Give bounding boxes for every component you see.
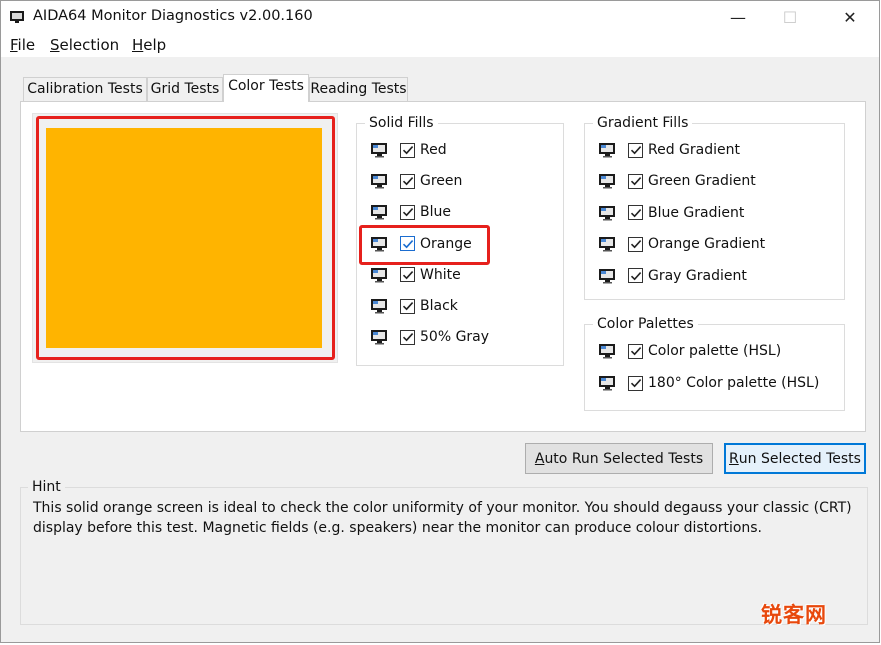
check-row-gray-gradient[interactable]: Gray Gradient	[598, 266, 747, 286]
checkbox-label: Green	[420, 173, 463, 190]
checkbox-label: Orange	[420, 235, 472, 252]
checkbox-label: Red Gradient	[648, 142, 740, 158]
check-row-red[interactable]: Red	[370, 140, 447, 160]
checkbox-black[interactable]	[400, 298, 415, 314]
minimize-button[interactable]: —	[715, 1, 761, 33]
menu-bar: File Selection Help	[1, 33, 879, 57]
close-button[interactable]: ✕	[827, 1, 873, 33]
window-title: AIDA64 Monitor Diagnostics v2.00.160	[33, 8, 313, 24]
check-row-180-color-palette-hsl[interactable]: 180° Color palette (HSL)	[598, 373, 819, 393]
checkbox-label: 180° Color palette (HSL)	[648, 375, 820, 391]
monitor-icon	[598, 142, 616, 158]
color-palettes-label: Color Palettes	[593, 316, 698, 332]
checkbox-blue[interactable]	[400, 204, 415, 220]
check-row-orange-gradient[interactable]: Orange Gradient	[598, 234, 765, 254]
check-row-blue[interactable]: Blue	[370, 202, 451, 222]
check-row-white[interactable]: White	[370, 265, 461, 285]
check-row-color-palette-hsl[interactable]: Color palette (HSL)	[598, 341, 781, 361]
check-row-orange[interactable]: Orange	[370, 234, 472, 254]
checkbox-50-gray[interactable]	[400, 329, 415, 345]
monitor-icon	[598, 375, 616, 391]
run-selected-tests-button[interactable]: Run Selected Tests	[724, 443, 866, 474]
check-row-blue-gradient[interactable]: Blue Gradient	[598, 203, 744, 223]
check-row-black[interactable]: Black	[370, 296, 458, 316]
checkbox-label: Blue	[420, 204, 451, 221]
checkbox-label: 50% Gray	[420, 329, 490, 346]
tab-grid-tests[interactable]: Grid Tests	[147, 77, 223, 101]
checkbox-label: White	[420, 266, 461, 283]
menu-help[interactable]: Help	[132, 36, 166, 54]
monitor-icon	[370, 329, 388, 345]
monitor-icon	[598, 236, 616, 252]
check-row-red-gradient[interactable]: Red Gradient	[598, 140, 740, 160]
checkbox-label: Color palette (HSL)	[648, 343, 782, 359]
monitor-icon	[370, 142, 388, 158]
checkbox-color-palette-hsl[interactable]	[628, 343, 643, 359]
monitor-icon	[370, 173, 388, 189]
gradient-fills-label: Gradient Fills	[593, 115, 693, 131]
checkbox-orange-gradient[interactable]	[628, 236, 643, 252]
checkbox-red[interactable]	[400, 142, 415, 158]
monitor-icon	[370, 204, 388, 220]
checkbox-label: Blue Gradient	[648, 204, 745, 221]
checkbox-label: Black	[420, 298, 458, 314]
tab-reading-tests[interactable]: Reading Tests	[309, 77, 408, 101]
monitor-icon	[598, 343, 616, 359]
check-row-50-gray[interactable]: 50% Gray	[370, 327, 489, 347]
app-window: AIDA64 Monitor Diagnostics v2.00.160 — ☐…	[0, 0, 880, 643]
maximize-button[interactable]: ☐	[767, 1, 813, 33]
monitor-icon	[598, 173, 616, 189]
monitor-icon	[598, 205, 616, 221]
auto-run-selected-tests-button[interactable]: Auto Run Selected Tests	[525, 443, 713, 474]
monitor-icon	[598, 268, 616, 284]
menu-file[interactable]: File	[10, 36, 35, 54]
checkbox-label: Red	[420, 142, 447, 158]
checkbox-red-gradient[interactable]	[628, 142, 643, 158]
title-bar[interactable]: AIDA64 Monitor Diagnostics v2.00.160 — ☐…	[1, 1, 879, 33]
checkbox-white[interactable]	[400, 267, 415, 283]
checkbox-180-color-palette-hsl[interactable]	[628, 375, 643, 391]
hint-label: Hint	[28, 479, 65, 495]
checkbox-label: Green Gradient	[648, 173, 756, 190]
checkbox-blue-gradient[interactable]	[628, 205, 643, 221]
checkbox-green-gradient[interactable]	[628, 173, 643, 189]
check-row-green[interactable]: Green	[370, 171, 462, 191]
checkbox-green[interactable]	[400, 173, 415, 189]
checkbox-gray-gradient[interactable]	[628, 268, 643, 284]
monitor-icon	[370, 298, 388, 314]
check-row-green-gradient[interactable]: Green Gradient	[598, 171, 756, 191]
checkbox-orange[interactable]	[400, 236, 415, 252]
monitor-icon	[370, 236, 388, 252]
color-palettes-group: Color Palettes	[584, 316, 845, 411]
tab-calibration-tests[interactable]: Calibration Tests	[23, 77, 147, 101]
tab-color-tests[interactable]: Color Tests	[223, 74, 309, 102]
preview-highlight-box	[36, 116, 335, 360]
checkbox-label: Orange Gradient	[648, 236, 766, 253]
solid-fills-label: Solid Fills	[365, 115, 438, 131]
watermark-logo: 锐客网	[761, 603, 827, 627]
monitor-icon	[370, 267, 388, 283]
app-monitor-icon	[9, 9, 25, 29]
checkbox-label: Gray Gradient	[648, 267, 747, 284]
hint-text: This solid orange screen is ideal to che…	[33, 500, 852, 536]
menu-selection[interactable]: Selection	[50, 36, 119, 54]
